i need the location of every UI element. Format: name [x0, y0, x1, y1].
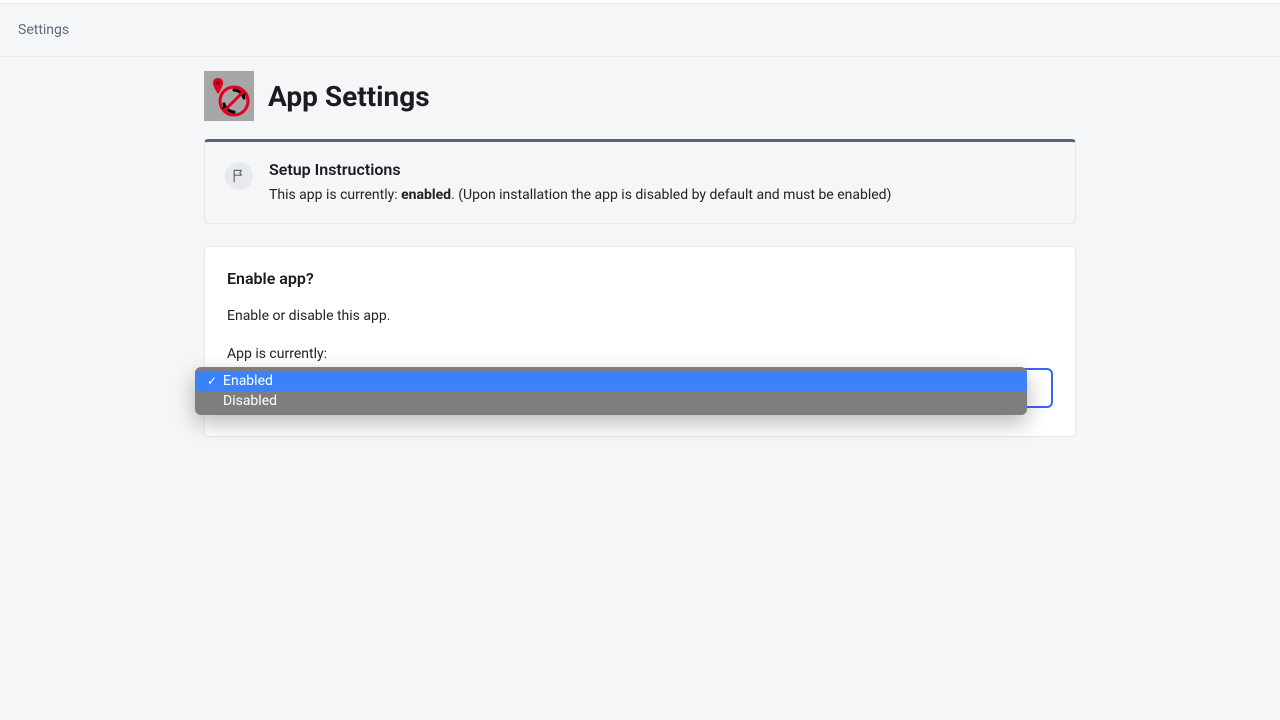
app-icon: [204, 71, 254, 121]
location-nosync-icon: [207, 74, 251, 118]
option-disabled[interactable]: Disabled: [195, 391, 1027, 411]
enable-description: Enable or disable this app.: [227, 308, 1053, 324]
title-row: App Settings: [204, 71, 1076, 121]
page-title: App Settings: [268, 80, 430, 113]
enable-select-dropdown[interactable]: ✓ Enabled Disabled: [195, 367, 1027, 415]
enable-label: App is currently:: [227, 346, 1053, 362]
setup-instructions-card: Setup Instructions This app is currently…: [204, 139, 1076, 224]
setup-heading: Setup Instructions: [269, 160, 891, 179]
option-enabled-label: Enabled: [223, 373, 273, 389]
check-icon: ✓: [205, 374, 219, 388]
setup-body: Setup Instructions This app is currently…: [269, 160, 891, 203]
enable-heading: Enable app?: [227, 269, 1053, 288]
setup-status: enabled: [401, 187, 451, 203]
option-enabled[interactable]: ✓ Enabled: [195, 371, 1027, 391]
flag-icon: [225, 162, 253, 190]
setup-suffix: . (Upon installation the app is disabled…: [451, 187, 891, 203]
enable-app-card: Enable app? Enable or disable this app. …: [204, 246, 1076, 437]
breadcrumb-label[interactable]: Settings: [18, 22, 69, 38]
setup-status-text: This app is currently: enabled. (Upon in…: [269, 187, 891, 203]
option-disabled-label: Disabled: [223, 393, 277, 409]
main-container: App Settings Setup Instructions This app…: [204, 57, 1076, 437]
setup-prefix: This app is currently:: [269, 187, 401, 203]
breadcrumb: Settings: [0, 4, 1280, 57]
